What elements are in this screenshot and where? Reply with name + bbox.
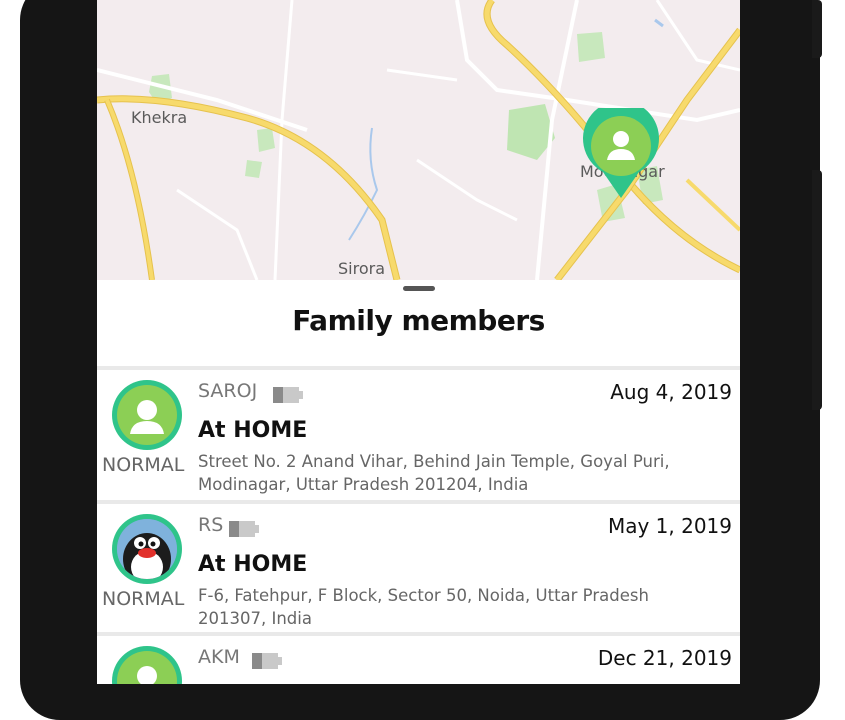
page-title: Family members — [292, 304, 545, 337]
penguin-avatar-icon — [117, 519, 177, 579]
status-label: NORMAL — [102, 454, 185, 476]
address-text: Street No. 2 Anand Vihar, Behind Jain Te… — [198, 452, 670, 494]
map-view[interactable]: Khekra Modinagar Sirora — [97, 0, 740, 280]
map-label-sirora: Sirora — [338, 259, 385, 278]
member-card-rs[interactable]: NORMAL RS May 1, 2019 At HOME F-6, Fateh… — [97, 504, 740, 632]
drag-handle[interactable] — [403, 286, 435, 291]
member-name: RS — [198, 514, 224, 536]
map-label-khekra: Khekra — [131, 108, 188, 127]
battery-icon — [229, 521, 259, 537]
member-card-saroj[interactable]: NORMAL SAROJ Aug 4, 2019 At HOME Street … — [97, 370, 740, 500]
avatar — [112, 646, 182, 684]
status-label: NORMAL — [102, 588, 185, 610]
person-icon — [137, 666, 157, 684]
last-seen-date: Dec 21, 2019 — [597, 646, 732, 670]
volume-button — [812, 0, 822, 58]
place-label: At HOME — [198, 552, 308, 577]
avatar — [112, 514, 182, 584]
person-icon — [130, 400, 164, 434]
last-seen-date: Aug 4, 2019 — [610, 380, 732, 404]
member-name: SAROJ — [198, 380, 258, 402]
power-button — [812, 170, 822, 410]
battery-icon — [273, 387, 303, 403]
member-card-akm[interactable]: AKM Dec 21, 2019 — [97, 636, 740, 684]
member-name: AKM — [198, 646, 240, 668]
bottom-sheet-header[interactable]: Family members — [97, 280, 740, 366]
person-pin-icon[interactable] — [581, 108, 661, 198]
battery-icon — [252, 653, 282, 669]
avatar — [112, 380, 182, 450]
place-label: At HOME — [198, 418, 308, 443]
app-screen: Khekra Modinagar Sirora Family members N… — [97, 0, 740, 684]
address-text: F-6, Fatehpur, F Block, Sector 50, Noida… — [198, 586, 649, 628]
last-seen-date: May 1, 2019 — [607, 514, 732, 538]
